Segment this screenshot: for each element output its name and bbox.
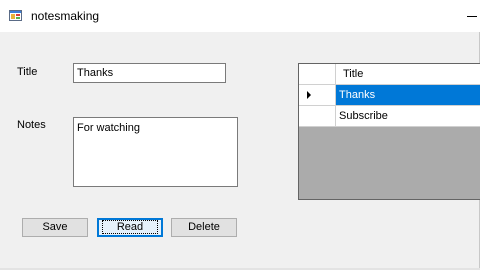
notes-data-grid[interactable]: Title Thanks Subscribe (298, 63, 480, 200)
grid-column-header-title[interactable]: Title (336, 64, 480, 85)
row-header[interactable] (299, 85, 336, 106)
notes-label: Notes (17, 119, 46, 131)
title-label: Title (17, 66, 38, 78)
current-row-arrow-icon (307, 91, 311, 99)
table-row[interactable]: Subscribe (299, 106, 480, 127)
delete-button[interactable]: Delete (171, 218, 237, 237)
save-button[interactable]: Save (22, 218, 88, 237)
notes-textarea[interactable]: For watching (73, 117, 238, 187)
grid-corner-header[interactable] (299, 64, 336, 85)
read-button[interactable]: Read (97, 218, 163, 237)
grid-column-header-label: Title (343, 68, 364, 80)
table-row[interactable]: Thanks (299, 85, 480, 106)
minimize-button[interactable] (462, 6, 480, 24)
title-bar[interactable]: notesmaking (0, 0, 480, 32)
row-header[interactable] (299, 106, 336, 127)
form-window-icon (9, 10, 22, 21)
title-input[interactable] (73, 63, 226, 83)
grid-cell-title[interactable]: Thanks (336, 85, 480, 106)
read-button-label: Read (101, 220, 159, 234)
window-title: notesmaking (31, 9, 100, 23)
minimize-icon (467, 16, 477, 17)
grid-cell-title[interactable]: Subscribe (336, 106, 480, 127)
grid-header-row: Title (299, 64, 480, 85)
app-window: notesmaking Title Notes For watching Sav… (0, 0, 480, 268)
